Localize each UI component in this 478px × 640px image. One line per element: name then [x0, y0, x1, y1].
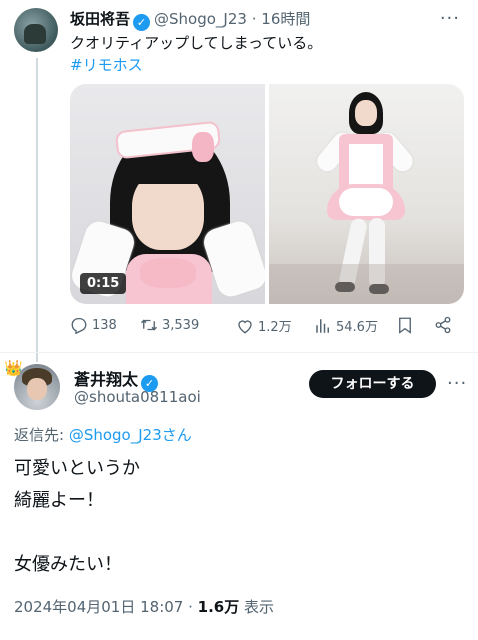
author-name[interactable]: 坂田将吾 [70, 10, 130, 28]
reply-view-count: 1.6万 [197, 598, 240, 616]
bookmark-icon [399, 317, 411, 334]
view-count: 54.6万 [336, 320, 378, 335]
like-count: 1.2万 [258, 320, 292, 335]
verified-badge-icon: ✓ [133, 14, 151, 31]
tweet-text: クオリティアップしてしまっている。 [70, 34, 323, 52]
retweet-button[interactable]: 3,539 [140, 316, 199, 334]
reply-button[interactable]: 138 [70, 316, 117, 334]
retweet-icon [141, 319, 157, 331]
divider [0, 352, 478, 353]
author-handle[interactable]: @Shogo_J23 [154, 10, 247, 28]
comment-icon [71, 317, 87, 334]
thread-connector-line [36, 58, 38, 362]
tweet-time[interactable]: 16時間 [261, 10, 310, 28]
retweet-count: 3,539 [162, 317, 200, 333]
more-horizontal-icon[interactable]: ··· [440, 8, 460, 29]
reply-count: 138 [92, 317, 117, 333]
author-avatar[interactable] [14, 8, 58, 52]
views-button[interactable]: 54.6万 [314, 316, 378, 335]
reply-to-line: 返信先: @Shogo_J23さん [14, 424, 192, 445]
reply-author-handle[interactable]: @shouta0811aoi [74, 388, 201, 406]
reply-view-suffix: 表示 [239, 598, 275, 616]
share-button[interactable] [434, 316, 452, 334]
crown-icon: 👑 [4, 359, 23, 377]
video-duration: 0:15 [80, 273, 127, 294]
reply-author-name[interactable]: 蒼井翔太 [74, 370, 138, 389]
hashtag-link[interactable]: #リモホス [70, 54, 143, 76]
reply-to-link[interactable]: @Shogo_J23さん [69, 426, 192, 444]
tweet-header: 坂田将吾 ✓ @Shogo_J23 · 16時間 [70, 8, 464, 31]
like-button[interactable]: 1.2万 [236, 316, 292, 335]
reply-text-line: 女優みたい！ [14, 554, 122, 575]
tweet-actions: 138 3,539 1.2万 54.6万 [70, 316, 464, 338]
bar-chart-icon [316, 318, 329, 333]
reply-text-line: 綺麗よー！ [14, 490, 104, 511]
reply-to-prefix: 返信先: [14, 426, 69, 444]
photo-thumbnail[interactable] [269, 84, 464, 304]
bookmark-button[interactable] [396, 316, 414, 334]
heart-icon [238, 319, 252, 334]
more-horizontal-icon[interactable]: ··· [447, 373, 467, 394]
reply-timestamp[interactable]: 2024年04月01日 18:07 · [14, 598, 198, 616]
reply-text-line: 可愛いというか [14, 458, 140, 479]
reply-meta: 2024年04月01日 18:07 · 1.6万 表示 [14, 596, 274, 617]
tweet-media[interactable]: 0:15 [70, 84, 464, 304]
share-icon [435, 316, 451, 334]
video-thumbnail[interactable]: 0:15 [70, 84, 265, 304]
header-separator: · [251, 10, 257, 28]
follow-button[interactable]: フォローする [309, 370, 436, 398]
